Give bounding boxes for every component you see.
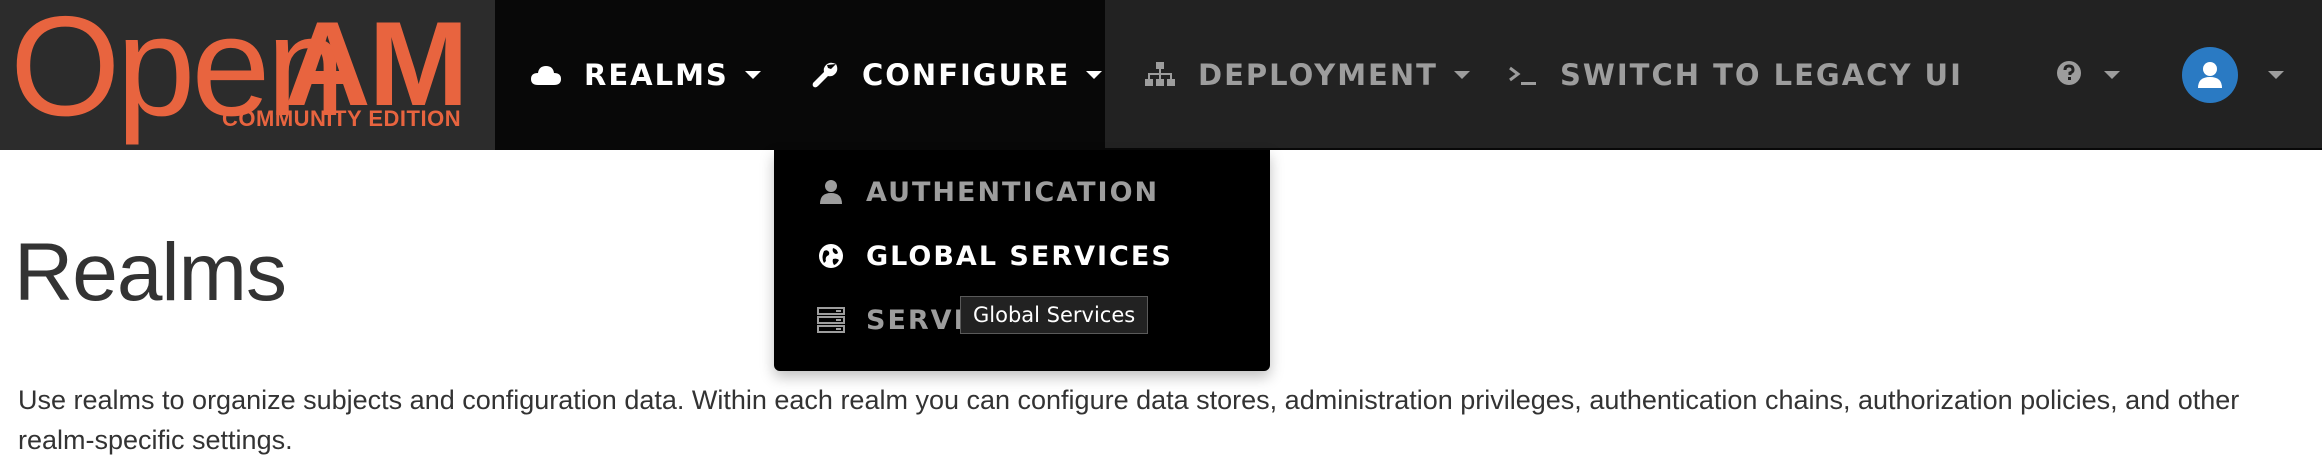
globe-icon <box>816 241 846 271</box>
page-title: Realms <box>14 227 287 318</box>
tooltip: Global Services <box>960 296 1149 334</box>
menu-item-label: AUTHENTICATION <box>866 176 1160 208</box>
brand-edition: COMMUNITY EDITION <box>222 106 462 131</box>
user-icon <box>2198 62 2222 88</box>
nav-realms[interactable]: REALMS <box>530 0 761 150</box>
nav-configure-label: CONFIGURE <box>862 58 1071 92</box>
page-description: Use realms to organize subjects and conf… <box>18 385 2240 455</box>
terminal-icon <box>1508 63 1538 87</box>
help-menu[interactable] <box>2056 0 2120 150</box>
menu-item-authentication[interactable]: AUTHENTICATION <box>774 160 1270 224</box>
chevron-down-icon <box>1086 71 1103 79</box>
chevron-down-icon <box>744 71 761 79</box>
top-navbar: Open AM COMMUNITY EDITION REALMS CONFIGU… <box>0 0 2322 150</box>
user-icon <box>816 177 846 207</box>
chevron-down-icon <box>2104 71 2120 79</box>
menu-item-global-services[interactable]: GLOBAL SERVICES <box>774 224 1270 288</box>
question-circle-icon <box>2056 60 2082 91</box>
server-icon <box>816 305 846 335</box>
user-menu[interactable] <box>2182 0 2284 150</box>
cloud-icon <box>530 63 562 87</box>
menu-item-label: GLOBAL SERVICES <box>866 240 1173 272</box>
nav-configure[interactable]: CONFIGURE <box>810 0 1103 150</box>
nav-realms-label: REALMS <box>584 58 729 92</box>
nav-legacy-label: SWITCH TO LEGACY UI <box>1560 58 1963 92</box>
brand-logo[interactable]: Open AM COMMUNITY EDITION <box>0 0 495 150</box>
sitemap-icon <box>1144 61 1176 89</box>
chevron-down-icon <box>2268 71 2284 79</box>
nav-deployment-label: DEPLOYMENT <box>1198 58 1438 92</box>
nav-switch-legacy-ui[interactable]: SWITCH TO LEGACY UI <box>1508 0 1963 150</box>
avatar <box>2182 47 2238 103</box>
wrench-icon <box>810 60 840 90</box>
chevron-down-icon <box>1453 71 1470 79</box>
nav-deployment[interactable]: DEPLOYMENT <box>1144 0 1470 150</box>
menu-item-label: SERVE <box>866 304 975 336</box>
